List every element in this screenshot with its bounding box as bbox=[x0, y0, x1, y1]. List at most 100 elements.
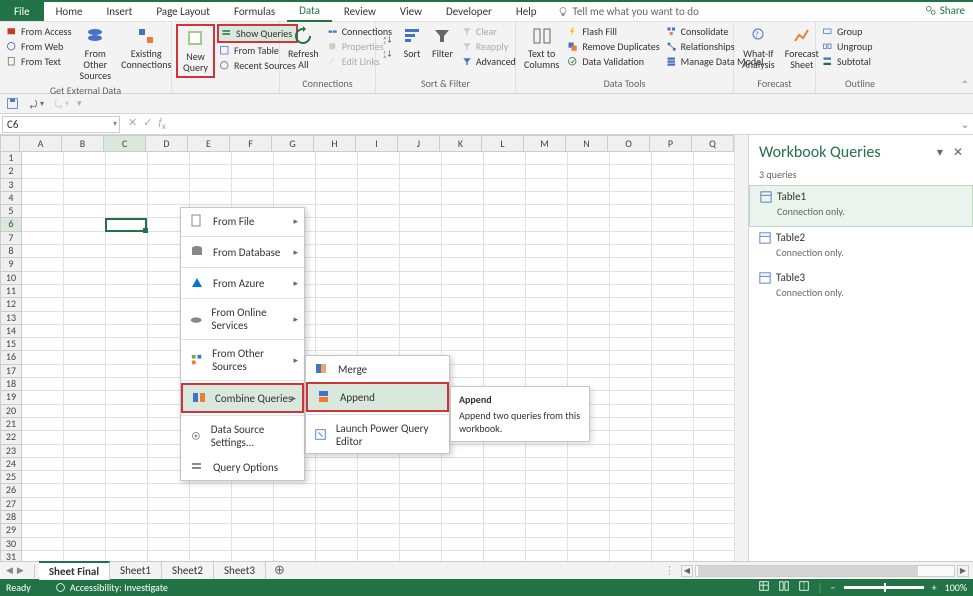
col-header-C[interactable]: C bbox=[104, 135, 146, 152]
row-header-29[interactable]: 29 bbox=[0, 524, 22, 537]
col-header-K[interactable]: K bbox=[440, 135, 482, 152]
query-item-table3[interactable]: Table3 Connection only. bbox=[749, 267, 973, 307]
col-header-G[interactable]: G bbox=[272, 135, 314, 152]
tab-formulas[interactable]: Formulas bbox=[222, 2, 287, 21]
col-header-L[interactable]: L bbox=[482, 135, 524, 152]
menu-from-database[interactable]: From Database▸ bbox=[181, 239, 304, 265]
row-header-14[interactable]: 14 bbox=[0, 325, 22, 338]
name-box[interactable]: C6 ▾ bbox=[2, 116, 120, 133]
row-header-15[interactable]: 15 bbox=[0, 338, 22, 351]
col-header-J[interactable]: J bbox=[398, 135, 440, 152]
sort-az-button[interactable]: AZ bbox=[380, 33, 396, 47]
menu-from-azure[interactable]: From Azure▸ bbox=[181, 270, 304, 296]
new-query-button[interactable]: New Query bbox=[179, 27, 212, 75]
active-cell[interactable] bbox=[105, 218, 147, 232]
remove-duplicates-button[interactable]: Remove Duplicates bbox=[565, 39, 661, 54]
menu-from-file[interactable]: From File▸ bbox=[181, 208, 304, 234]
qat-customize[interactable]: ▾ bbox=[77, 98, 82, 109]
tab-file[interactable]: File bbox=[0, 2, 44, 21]
what-if-button[interactable]: ? What-If Analysis bbox=[738, 24, 779, 72]
from-text-button[interactable]: From Text bbox=[4, 54, 73, 69]
undo-button[interactable]: ▾ bbox=[27, 97, 44, 110]
row-header-24[interactable]: 24 bbox=[0, 458, 22, 471]
col-header-N[interactable]: N bbox=[566, 135, 608, 152]
col-header-H[interactable]: H bbox=[314, 135, 356, 152]
sort-button[interactable]: Sort bbox=[398, 24, 426, 69]
row-header-10[interactable]: 10 bbox=[0, 272, 22, 285]
formula-input[interactable] bbox=[172, 116, 957, 133]
row-header-12[interactable]: 12 bbox=[0, 298, 22, 311]
flash-fill-button[interactable]: Flash Fill bbox=[565, 24, 661, 39]
zoom-out[interactable]: − bbox=[831, 581, 836, 594]
row-header-27[interactable]: 27 bbox=[0, 498, 22, 511]
tab-review[interactable]: Review bbox=[332, 2, 388, 21]
menu-from-other[interactable]: From Other Sources▸ bbox=[181, 342, 304, 378]
data-validation-button[interactable]: Data Validation bbox=[565, 54, 661, 69]
row-header-26[interactable]: 26 bbox=[0, 484, 22, 497]
redo-button[interactable]: ▾ bbox=[52, 97, 69, 110]
menu-merge[interactable]: Merge bbox=[306, 356, 449, 382]
col-header-E[interactable]: E bbox=[188, 135, 230, 152]
col-header-P[interactable]: P bbox=[650, 135, 692, 152]
col-header-D[interactable]: D bbox=[146, 135, 188, 152]
row-header-28[interactable]: 28 bbox=[0, 511, 22, 524]
save-button[interactable] bbox=[6, 97, 19, 110]
advanced-button[interactable]: Advanced bbox=[459, 54, 518, 69]
menu-launch-pq-editor[interactable]: Launch Power Query Editor bbox=[306, 417, 449, 453]
tab-data[interactable]: Data bbox=[287, 1, 332, 22]
sheet-tab-1[interactable]: Sheet1 bbox=[110, 562, 162, 579]
share-button[interactable]: Share bbox=[925, 4, 965, 17]
clear-button[interactable]: Clear bbox=[459, 24, 518, 39]
col-header-Q[interactable]: Q bbox=[692, 135, 734, 152]
reapply-button[interactable]: Reapply bbox=[459, 39, 518, 54]
row-header-16[interactable]: 16 bbox=[0, 351, 22, 364]
existing-connections-button[interactable]: Existing Connections bbox=[117, 24, 175, 83]
menu-query-options[interactable]: Query Options bbox=[181, 454, 304, 480]
view-page-break[interactable] bbox=[798, 580, 810, 595]
group-button[interactable]: Group bbox=[820, 24, 874, 39]
row-header-20[interactable]: 20 bbox=[0, 405, 22, 418]
tab-insert[interactable]: Insert bbox=[95, 2, 145, 21]
row-header-2[interactable]: 2 bbox=[0, 165, 22, 178]
tab-pagelayout[interactable]: Page Layout bbox=[144, 2, 222, 21]
collapse-ribbon-icon[interactable]: ⌃ bbox=[961, 78, 969, 91]
row-header-6[interactable]: 6 bbox=[0, 218, 22, 231]
col-header-A[interactable]: A bbox=[20, 135, 62, 152]
refresh-all-button[interactable]: Refresh All bbox=[284, 24, 323, 72]
sheet-nav-prev[interactable]: ◀ bbox=[6, 565, 13, 576]
col-header-M[interactable]: M bbox=[524, 135, 566, 152]
row-header-3[interactable]: 3 bbox=[0, 179, 22, 192]
zoom-in[interactable]: + bbox=[932, 581, 937, 594]
col-header-O[interactable]: O bbox=[608, 135, 650, 152]
tab-home[interactable]: Home bbox=[44, 2, 95, 21]
query-item-table2[interactable]: Table2 Connection only. bbox=[749, 227, 973, 267]
ungroup-button[interactable]: Ungroup bbox=[820, 39, 874, 54]
horizontal-scrollbar[interactable] bbox=[695, 565, 955, 577]
row-header-31[interactable]: 31 bbox=[0, 551, 22, 561]
from-access-button[interactable]: From Access bbox=[4, 24, 73, 39]
row-header-5[interactable]: 5 bbox=[0, 205, 22, 218]
col-header-B[interactable]: B bbox=[62, 135, 104, 152]
sheet-tab-final[interactable]: Sheet Final bbox=[39, 561, 110, 580]
add-sheet-button[interactable]: ⊕ bbox=[266, 563, 293, 578]
vertical-scrollbar[interactable] bbox=[734, 135, 748, 561]
row-header-1[interactable]: 1 bbox=[0, 152, 22, 165]
row-header-19[interactable]: 19 bbox=[0, 391, 22, 404]
row-header-25[interactable]: 25 bbox=[0, 471, 22, 484]
menu-from-online[interactable]: From Online Services▸ bbox=[181, 301, 304, 337]
enter-formula-icon[interactable]: ✓ bbox=[143, 116, 152, 132]
row-header-21[interactable]: 21 bbox=[0, 418, 22, 431]
row-header-22[interactable]: 22 bbox=[0, 431, 22, 444]
row-header-17[interactable]: 17 bbox=[0, 365, 22, 378]
row-header-7[interactable]: 7 bbox=[0, 232, 22, 245]
expand-formula-bar[interactable]: ⌄ bbox=[957, 118, 973, 131]
sheet-tab-3[interactable]: Sheet3 bbox=[214, 562, 266, 579]
accessibility-status[interactable]: Accessibility: Investigate bbox=[55, 581, 168, 594]
sheet-nav-next[interactable]: ▶ bbox=[17, 565, 24, 576]
sort-za-button[interactable]: ZA bbox=[380, 47, 396, 61]
row-header-30[interactable]: 30 bbox=[0, 538, 22, 551]
zoom-slider[interactable] bbox=[844, 586, 924, 589]
col-header-F[interactable]: F bbox=[230, 135, 272, 152]
menu-combine-queries[interactable]: Combine Queries▸ bbox=[181, 383, 304, 413]
menu-append[interactable]: Append bbox=[306, 382, 449, 412]
